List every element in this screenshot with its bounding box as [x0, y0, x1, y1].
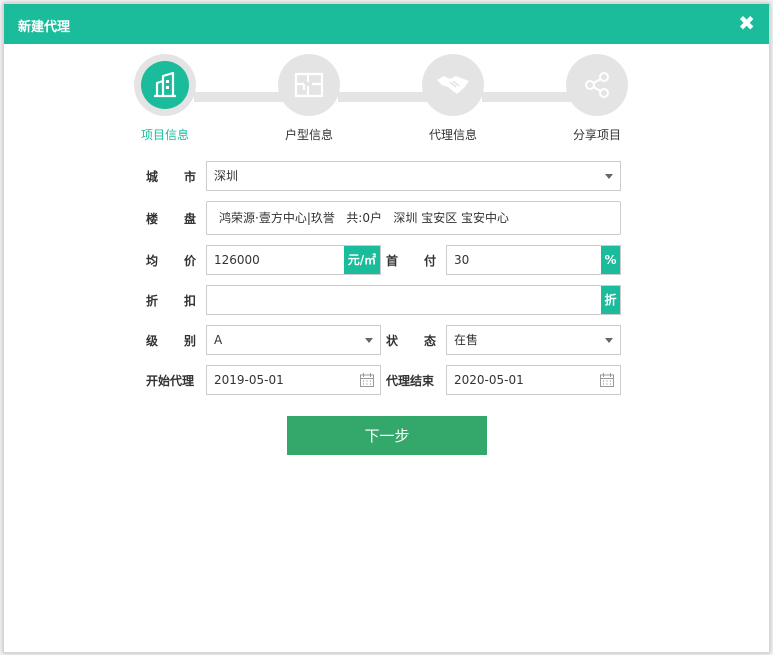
status-label: 状态 — [386, 334, 436, 348]
step-label: 项目信息 — [140, 128, 189, 142]
down-payment-label: 首付 — [386, 254, 436, 268]
city-label: 城市 — [146, 170, 196, 184]
handshake-icon — [437, 76, 469, 94]
step-unit-info[interactable]: 户型信息 — [264, 54, 354, 143]
building-icon — [154, 72, 176, 98]
next-step-button[interactable]: 下一步 — [287, 416, 487, 455]
step-share-project[interactable]: 分享项目 — [552, 54, 642, 143]
step-project-info[interactable]: 项目信息 — [120, 54, 210, 143]
step-label: 分享项目 — [572, 128, 621, 142]
status-select[interactable]: 在售 — [446, 325, 621, 355]
start-date-label: 开始代理 — [146, 374, 195, 388]
discount-input[interactable]: 折 — [206, 285, 621, 315]
start-date-input[interactable]: 2019-05-01 — [206, 365, 381, 395]
dialog-title: 新建代理 — [18, 20, 71, 35]
end-date-input[interactable]: 2020-05-01 — [446, 365, 621, 395]
share-icon — [585, 72, 609, 98]
step-label: 户型信息 — [284, 128, 333, 142]
end-date-label: 代理结束 — [386, 374, 435, 388]
discount-label: 折扣 — [146, 294, 196, 308]
chevron-down-icon — [365, 338, 373, 343]
estate-label: 楼盘 — [146, 212, 196, 226]
progress-steps: 项目信息 户型信息 代理信息 分享项目 — [4, 54, 771, 154]
dialog-titlebar: 新建代理 ✖ — [4, 4, 769, 44]
calendar-icon[interactable] — [599, 372, 615, 388]
grade-status-row: 级别 A 状态 在售 — [4, 325, 771, 355]
avg-price-input[interactable]: 126000 元/㎡ — [206, 245, 381, 275]
floorplan-icon — [294, 72, 324, 98]
new-agency-dialog: 新建代理 ✖ 项目信息 户型信息 代理信息 分享项目 城 市 深圳 楼 盘 鸿荣… — [3, 3, 770, 653]
grade-label: 级别 — [146, 334, 196, 348]
city-select[interactable]: 深圳 — [206, 161, 621, 191]
price-row: 均价 126000 元/㎡ 首付 30 % — [4, 245, 771, 275]
step-agency-info[interactable]: 代理信息 — [408, 54, 498, 143]
discount-unit-badge: 折 — [601, 286, 620, 314]
city-row: 城市 深圳 — [4, 161, 771, 191]
avg-price-label: 均价 — [146, 254, 196, 268]
chevron-down-icon — [605, 338, 613, 343]
down-payment-input[interactable]: 30 % — [446, 245, 621, 275]
close-icon[interactable]: ✖ — [738, 13, 755, 33]
percent-badge: % — [601, 246, 620, 274]
calendar-icon[interactable] — [359, 372, 375, 388]
grade-select[interactable]: A — [206, 325, 381, 355]
chevron-down-icon — [605, 174, 613, 179]
price-unit-badge: 元/㎡ — [344, 246, 380, 274]
estate-row: 楼盘 鸿荣源·壹方中心|玖誉 共:0户 深圳 宝安区 宝安中心 — [4, 201, 771, 235]
step-label: 代理信息 — [428, 128, 477, 142]
dates-row: 开始代理 2019-05-01 代理结束 2020-05-01 — [4, 365, 771, 395]
estate-field[interactable]: 鸿荣源·壹方中心|玖誉 共:0户 深圳 宝安区 宝安中心 — [206, 201, 621, 235]
discount-row: 折扣 折 — [4, 285, 771, 315]
